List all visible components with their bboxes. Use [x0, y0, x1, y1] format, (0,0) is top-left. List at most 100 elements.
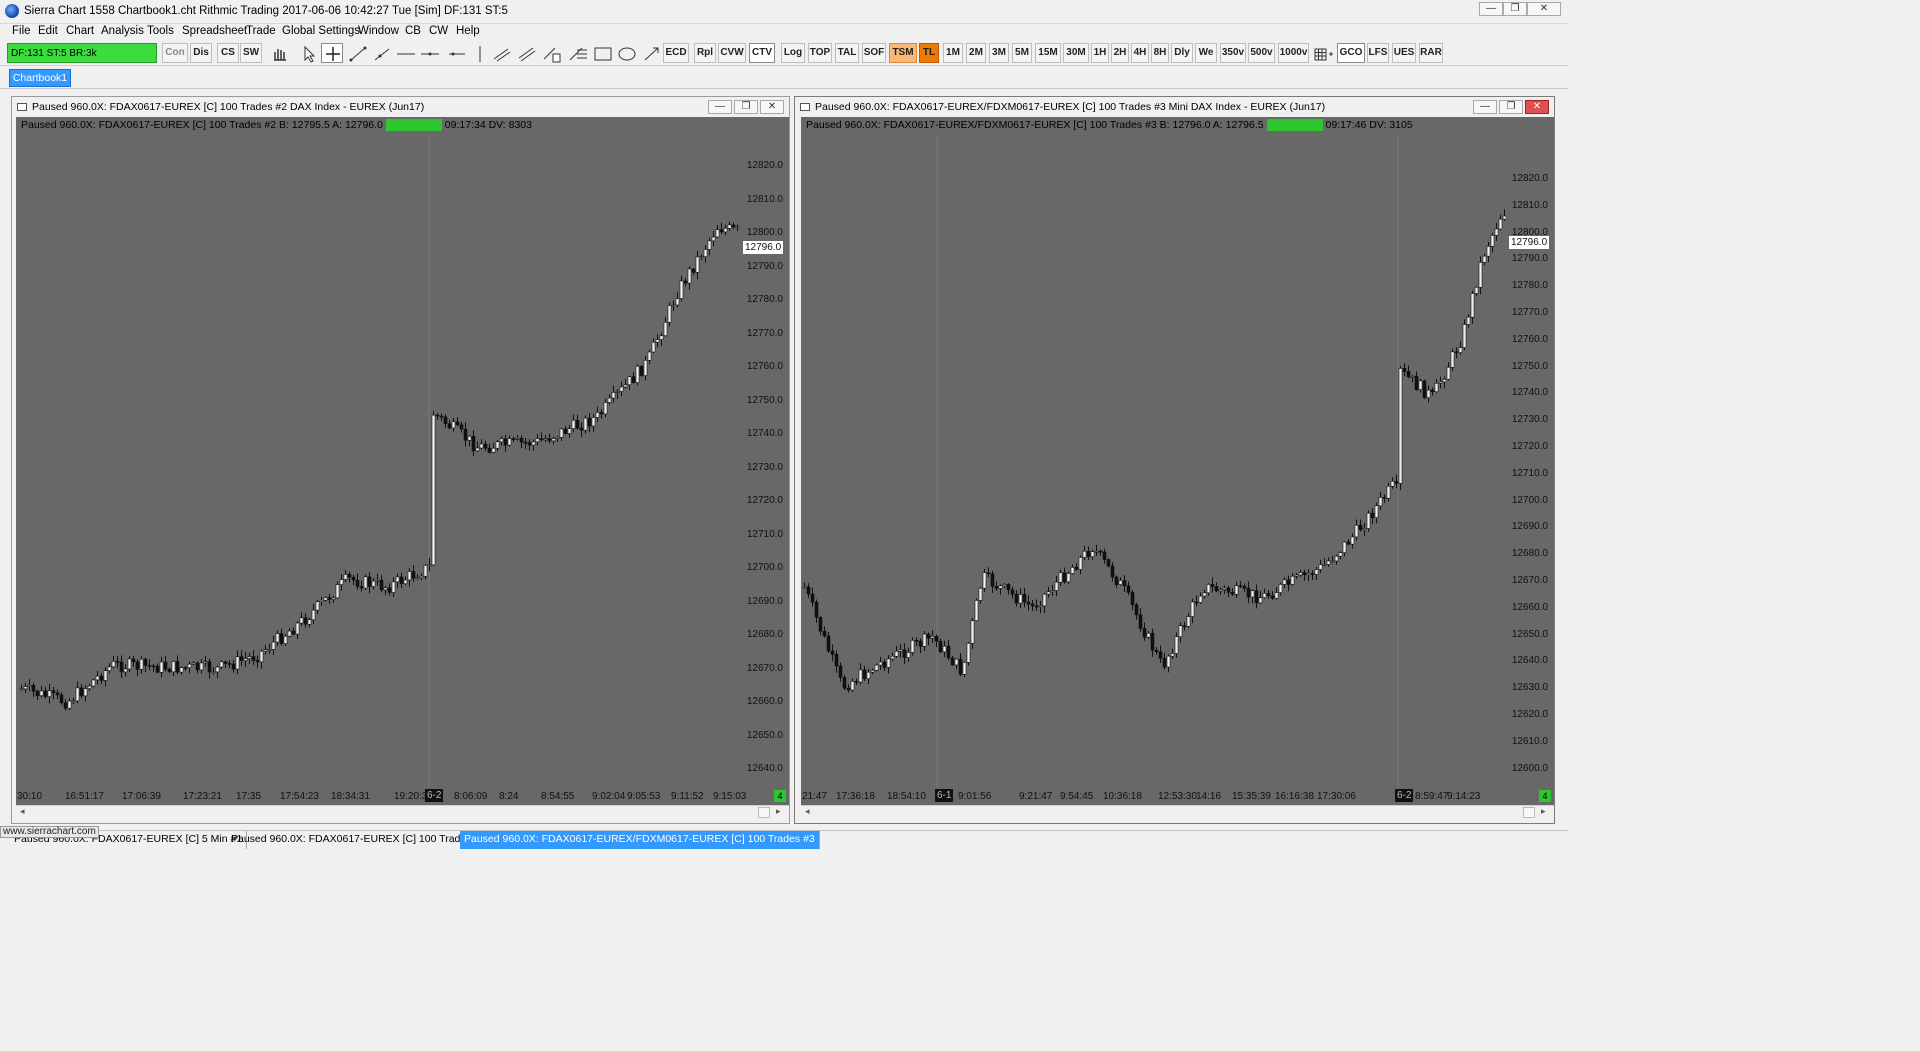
scroll-left-icon[interactable]: ◂ — [805, 806, 810, 817]
tf-1h[interactable]: 1H — [1091, 43, 1109, 63]
candle — [970, 617, 975, 650]
menu-cw[interactable]: CW — [429, 25, 448, 37]
menu-analysis[interactable]: Analysis — [101, 25, 144, 37]
connect-button[interactable]: Con — [162, 43, 188, 63]
price-axis[interactable]: 12820.0 12810.0 12800.0 12790.0 12780.0 12770… — [740, 117, 789, 787]
tf-500v[interactable]: 500v — [1248, 43, 1275, 63]
fibonacci-tool-icon[interactable] — [566, 43, 588, 63]
cvw-button[interactable]: CVW — [718, 43, 746, 63]
candle — [1150, 628, 1155, 657]
tf-350v[interactable]: 350v — [1220, 43, 1246, 63]
cs-button[interactable]: CS — [217, 43, 239, 63]
sof-button[interactable]: SOF — [862, 43, 886, 63]
chart-maximize-button[interactable]: ❐ — [1499, 100, 1523, 114]
menu-window[interactable]: Window — [358, 25, 399, 37]
menu-tools[interactable]: Tools — [147, 25, 174, 37]
scroll-right-icon[interactable]: ▸ — [776, 806, 781, 817]
line-tool-icon[interactable] — [346, 43, 368, 63]
calculator-tool-icon[interactable] — [540, 43, 562, 63]
scroll-right-icon[interactable]: ▸ — [1541, 806, 1546, 817]
tf-1m[interactable]: 1M — [943, 43, 963, 63]
crosshair-tool-icon[interactable] — [321, 43, 343, 63]
time-axis[interactable]: 30:10 16:51:17 17:06:39 17:23:21 17:35 17:54:… — [16, 787, 789, 805]
close-button[interactable]: ✕ — [1527, 2, 1561, 16]
chart-maximize-button[interactable]: ❐ — [734, 100, 758, 114]
tf-2m[interactable]: 2M — [966, 43, 986, 63]
tsm-button[interactable]: TSM — [889, 43, 917, 63]
parallel-lines-icon[interactable] — [515, 43, 537, 63]
tf-2h[interactable]: 2H — [1111, 43, 1129, 63]
ellipse-tool-icon[interactable] — [615, 43, 637, 63]
tl-button[interactable]: TL — [919, 43, 939, 63]
grid-add-icon[interactable] — [1311, 43, 1333, 63]
menu-edit[interactable]: Edit — [38, 25, 58, 37]
chart-window-title[interactable]: Paused 960.0X: FDAX0617-EUREX/FDXM0617-E… — [795, 97, 1554, 117]
tf-1000v[interactable]: 1000v — [1278, 43, 1309, 63]
tal-button[interactable]: TAL — [835, 43, 859, 63]
menu-file[interactable]: File — [12, 25, 31, 37]
candle — [958, 653, 963, 677]
gco-button[interactable]: GCO — [1337, 43, 1365, 63]
menu-chart[interactable]: Chart — [66, 25, 94, 37]
website-link[interactable]: www.sierrachart.com — [0, 826, 99, 838]
menu-global-settings[interactable]: Global Settings — [282, 25, 360, 37]
candle — [866, 668, 871, 685]
price-tick-label: 12640.0 — [1511, 655, 1548, 667]
trend-channel-icon[interactable] — [490, 43, 512, 63]
tf-5m[interactable]: 5M — [1012, 43, 1032, 63]
price-tick-label: 12630.0 — [1511, 682, 1548, 694]
chart-close-button[interactable]: ✕ — [760, 100, 784, 114]
menu-trade[interactable]: Trade — [246, 25, 276, 37]
horizontal-line-icon[interactable] — [394, 43, 416, 63]
horizontal-ray-icon[interactable] — [418, 43, 440, 63]
ray-tool-icon[interactable] — [370, 43, 392, 63]
scroll-thumb[interactable] — [1523, 807, 1535, 818]
minimize-button[interactable]: — — [1479, 2, 1503, 16]
price-chart-plot[interactable]: Paused 960.0X: FDAX0617-EUREX/FDXM0617-E… — [801, 117, 1506, 787]
tab-chart-3[interactable]: Paused 960.0X: FDAX0617-EUREX/FDXM0617-E… — [460, 831, 820, 849]
chart-window-2[interactable]: Paused 960.0X: FDAX0617-EUREX [C] 100 Tr… — [11, 96, 790, 824]
top-button[interactable]: TOP — [808, 43, 832, 63]
horizontal-scrollbar[interactable]: ◂ ▸ — [16, 805, 789, 819]
tf-8h[interactable]: 8H — [1151, 43, 1169, 63]
chart-minimize-button[interactable]: — — [1473, 100, 1497, 114]
candle — [447, 419, 452, 430]
chart-minimize-button[interactable]: — — [708, 100, 732, 114]
disconnect-button[interactable]: Dis — [190, 43, 212, 63]
tab-chart-2[interactable]: Paused 960.0X: FDAX0617-EUREX [C] 100 Tr… — [227, 831, 492, 849]
vertical-line-icon[interactable] — [468, 43, 490, 63]
tf-3m[interactable]: 3M — [989, 43, 1009, 63]
lfs-button[interactable]: LFS — [1367, 43, 1389, 63]
tf-30m[interactable]: 30M — [1063, 43, 1089, 63]
replay-button[interactable]: Rpl — [694, 43, 716, 63]
arrow-tool-icon[interactable] — [640, 43, 662, 63]
rar-button[interactable]: RAR — [1419, 43, 1443, 63]
maximize-button[interactable]: ❐ — [1503, 2, 1527, 16]
scroll-left-icon[interactable]: ◂ — [20, 806, 25, 817]
ecd-button[interactable]: ECD — [663, 43, 689, 63]
tf-weekly[interactable]: We — [1195, 43, 1217, 63]
chart-window-3[interactable]: Paused 960.0X: FDAX0617-EUREX/FDXM0617-E… — [794, 96, 1555, 824]
ues-button[interactable]: UES — [1392, 43, 1416, 63]
sw-button[interactable]: SW — [240, 43, 262, 63]
chart-close-button[interactable]: ✕ — [1525, 100, 1549, 114]
chart-window-title[interactable]: Paused 960.0X: FDAX0617-EUREX [C] 100 Tr… — [12, 97, 789, 117]
tf-15m[interactable]: 15M — [1035, 43, 1061, 63]
log-button[interactable]: Log — [781, 43, 805, 63]
rectangle-tool-icon[interactable] — [591, 43, 613, 63]
hand-tool-icon[interactable] — [268, 43, 290, 63]
menu-help[interactable]: Help — [456, 25, 480, 37]
tf-daily[interactable]: Dly — [1171, 43, 1193, 63]
time-axis[interactable]: 21:47 17:36:18 18:54:10 9:01:56 9:21:47 9:54:… — [801, 787, 1554, 805]
price-axis[interactable]: 12820.0 12810.0 12800.0 12790.0 12780.0 12770… — [1506, 117, 1554, 787]
menu-spreadsheet[interactable]: Spreadsheet — [182, 25, 247, 37]
scroll-thumb[interactable] — [758, 807, 770, 818]
chartbook-tab[interactable]: Chartbook1 — [9, 69, 71, 87]
pointer-tool-icon[interactable] — [296, 43, 318, 63]
tf-4h[interactable]: 4H — [1131, 43, 1149, 63]
menu-cb[interactable]: CB — [405, 25, 421, 37]
horizontal-scrollbar[interactable]: ◂ ▸ — [801, 805, 1554, 819]
extending-line-icon[interactable] — [444, 43, 466, 63]
ctv-button[interactable]: CTV — [749, 43, 775, 63]
price-chart-plot[interactable]: Paused 960.0X: FDAX0617-EUREX [C] 100 Tr… — [16, 117, 740, 787]
